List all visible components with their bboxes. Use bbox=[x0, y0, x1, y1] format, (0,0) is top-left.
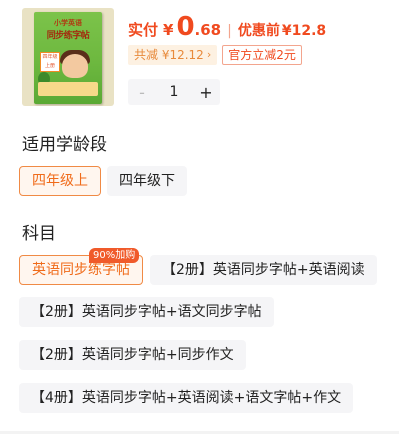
price-separator: | bbox=[227, 23, 232, 39]
discount-chips: 共减 ¥12.12 › 官方立减2元 bbox=[128, 45, 302, 65]
sku-selector-panel: 小学英语 同步练字帖 四年级上册 实付 ¥ 0 .68 | 优惠前 ¥12.8 … bbox=[0, 0, 399, 434]
currency-symbol: ¥ bbox=[163, 21, 174, 39]
book-cover-title: 同步练字帖 bbox=[46, 31, 90, 41]
product-thumbnail[interactable]: 小学英语 同步练字帖 四年级上册 bbox=[22, 8, 114, 106]
original-price-value: ¥12.8 bbox=[281, 23, 327, 39]
price-integer: 0 bbox=[176, 12, 195, 42]
original-price-label: 优惠前 bbox=[237, 23, 280, 39]
price-row: 实付 ¥ 0 .68 | 优惠前 ¥12.8 bbox=[128, 12, 326, 42]
increase-quantity-button[interactable]: + bbox=[192, 83, 220, 102]
book-cover-image: 小学英语 同步练字帖 四年级上册 bbox=[34, 12, 102, 104]
decrease-quantity-button[interactable]: - bbox=[128, 83, 156, 102]
chevron-right-icon: › bbox=[206, 48, 212, 61]
subject-option-four-book-bundle[interactable]: 【4册】英语同步字帖+英语阅读+语文字帖+作文 bbox=[19, 383, 354, 413]
subject-option-english-chinese-copybook[interactable]: 【2册】英语同步字帖+语文同步字帖 bbox=[19, 297, 274, 327]
subject-section-title: 科目 bbox=[22, 224, 56, 244]
grade-section-title: 适用学龄段 bbox=[22, 135, 107, 155]
grade-option-fourth-upper[interactable]: 四年级上 bbox=[19, 166, 101, 196]
price-decimal: .68 bbox=[194, 21, 222, 39]
official-discount-tag: 官方立减2元 bbox=[222, 45, 302, 65]
quantity-value[interactable]: 1 bbox=[156, 84, 192, 100]
quantity-stepper: - 1 + bbox=[128, 79, 220, 105]
total-savings-label: 共减 ¥12.12 bbox=[134, 48, 204, 62]
actual-price-label: 实付 bbox=[128, 21, 159, 39]
illustration-girl bbox=[62, 54, 88, 78]
book-cover-grade-tag: 四年级上册 bbox=[40, 52, 60, 72]
subject-option-english-copybook-composition[interactable]: 【2册】英语同步字帖+同步作文 bbox=[19, 340, 246, 370]
illustration-desk bbox=[38, 82, 98, 96]
book-cover-series: 小学英语 bbox=[54, 19, 82, 27]
subject-option-english-copybook-reading[interactable]: 【2册】英语同步字帖+英语阅读 bbox=[150, 255, 377, 285]
popular-badge: 90%加购 bbox=[89, 248, 140, 263]
total-savings-button[interactable]: 共减 ¥12.12 › bbox=[128, 45, 218, 65]
grade-option-fourth-lower[interactable]: 四年级下 bbox=[107, 166, 187, 196]
